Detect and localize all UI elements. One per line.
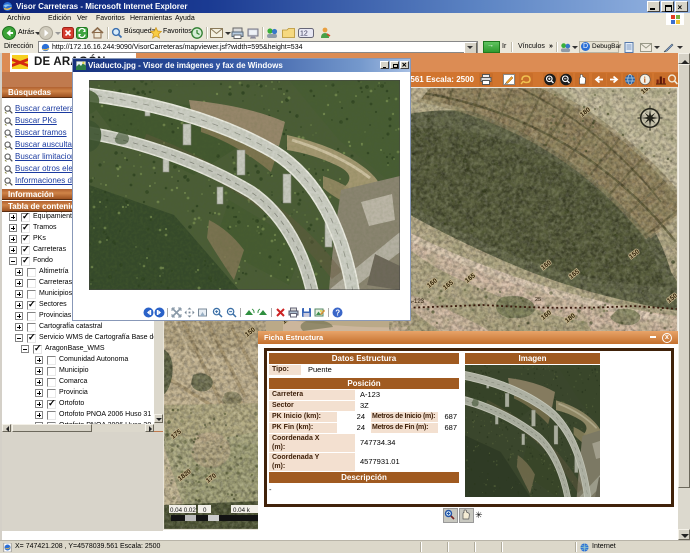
svg-text:12: 12	[300, 31, 308, 38]
svg-text:?: ?	[335, 308, 340, 317]
svg-text:0.04 k: 0.04 k	[233, 507, 251, 514]
svg-text:0.04 0.02: 0.04 0.02	[170, 507, 196, 514]
svg-text:0: 0	[203, 507, 207, 514]
svg-text:25: 25	[535, 297, 541, 303]
